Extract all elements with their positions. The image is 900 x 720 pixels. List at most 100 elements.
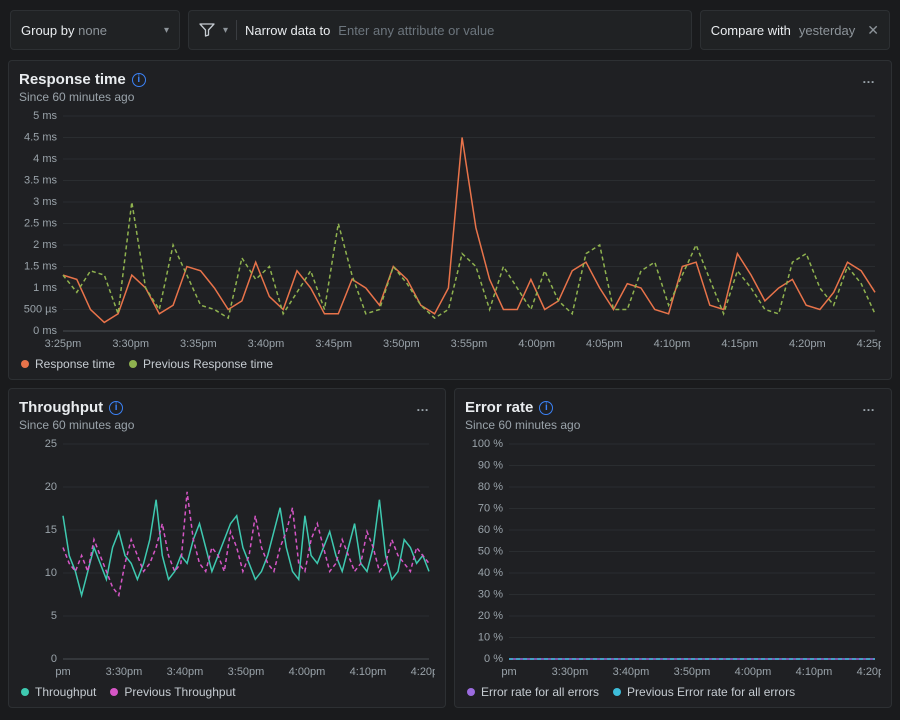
legend-label: Previous Error rate for all errors bbox=[627, 685, 795, 699]
divider bbox=[236, 20, 237, 40]
svg-text:pm: pm bbox=[501, 666, 516, 678]
svg-text:1.5 ms: 1.5 ms bbox=[24, 261, 58, 273]
svg-text:4:00pm: 4:00pm bbox=[518, 338, 555, 350]
svg-text:4:10pm: 4:10pm bbox=[654, 338, 691, 350]
svg-text:40 %: 40 % bbox=[478, 567, 503, 579]
legend-item[interactable]: Response time bbox=[21, 357, 115, 371]
svg-text:30 %: 30 % bbox=[478, 589, 503, 601]
svg-text:4:25pm: 4:25pm bbox=[857, 338, 881, 350]
svg-text:15: 15 bbox=[45, 524, 57, 536]
svg-text:4:20pm: 4:20pm bbox=[857, 666, 881, 678]
panel-subtitle: Since 60 minutes ago bbox=[19, 90, 146, 104]
svg-text:0: 0 bbox=[51, 653, 57, 665]
info-icon[interactable]: i bbox=[132, 73, 146, 87]
legend-item[interactable]: Previous Throughput bbox=[110, 685, 235, 699]
more-menu[interactable]: … bbox=[858, 71, 881, 86]
legend-label: Throughput bbox=[35, 685, 96, 699]
svg-text:20 %: 20 % bbox=[478, 610, 503, 622]
legend-label: Response time bbox=[35, 357, 115, 371]
svg-text:3:30pm: 3:30pm bbox=[112, 338, 149, 350]
svg-text:25: 25 bbox=[45, 438, 57, 450]
svg-text:500 µs: 500 µs bbox=[24, 304, 58, 316]
svg-text:3:30pm: 3:30pm bbox=[106, 666, 143, 678]
panel-title: Response time bbox=[19, 71, 126, 88]
legend-item[interactable]: Previous Response time bbox=[129, 357, 273, 371]
panel-title: Error rate bbox=[465, 399, 533, 416]
groupby-label: Group by bbox=[21, 23, 74, 38]
swatch-icon bbox=[613, 688, 621, 696]
svg-text:3:35pm: 3:35pm bbox=[180, 338, 217, 350]
svg-text:2 ms: 2 ms bbox=[33, 239, 57, 251]
legend-label: Previous Response time bbox=[143, 357, 273, 371]
legend: Response time Previous Response time bbox=[19, 353, 881, 373]
swatch-icon bbox=[129, 360, 137, 368]
narrow-filter[interactable]: ▾ Narrow data to bbox=[188, 10, 692, 50]
svg-text:10: 10 bbox=[45, 567, 57, 579]
svg-text:5 ms: 5 ms bbox=[33, 110, 57, 122]
panel-throughput: Throughput i Since 60 minutes ago … 0 5 10… bbox=[8, 388, 446, 708]
filter-bar: Group by none ▾ ▾ Narrow data to Compare… bbox=[0, 0, 900, 60]
svg-text:4:10pm: 4:10pm bbox=[350, 666, 387, 678]
narrow-input[interactable] bbox=[338, 23, 680, 38]
swatch-icon bbox=[110, 688, 118, 696]
narrow-label: Narrow data to bbox=[245, 23, 330, 38]
svg-text:10 %: 10 % bbox=[478, 632, 503, 644]
svg-text:3:30pm: 3:30pm bbox=[552, 666, 589, 678]
svg-text:50 %: 50 % bbox=[478, 546, 503, 558]
panel-subtitle: Since 60 minutes ago bbox=[19, 418, 134, 432]
swatch-icon bbox=[21, 360, 29, 368]
svg-text:0 ms: 0 ms bbox=[33, 325, 57, 337]
panel-title: Throughput bbox=[19, 399, 103, 416]
svg-text:3:45pm: 3:45pm bbox=[315, 338, 352, 350]
panel-error-rate: Error rate i Since 60 minutes ago … 0 % 1… bbox=[454, 388, 892, 708]
throughput-chart[interactable]: 0510152025pm3:30pm3:40pm3:50pm4:00pm4:10… bbox=[19, 438, 435, 681]
swatch-icon bbox=[467, 688, 475, 696]
svg-text:4:10pm: 4:10pm bbox=[796, 666, 833, 678]
more-menu[interactable]: … bbox=[858, 399, 881, 414]
legend-label: Error rate for all errors bbox=[481, 685, 599, 699]
panel-subtitle: Since 60 minutes ago bbox=[465, 418, 580, 432]
response-chart[interactable]: 0 ms 500 µs 1 ms 1.5 ms 2 ms 2.5 ms 3 ms 3.5 ms… bbox=[19, 110, 881, 353]
svg-text:3.5 ms: 3.5 ms bbox=[24, 175, 58, 187]
svg-text:3:50pm: 3:50pm bbox=[383, 338, 420, 350]
svg-text:0 %: 0 % bbox=[484, 653, 503, 665]
groupby-dropdown[interactable]: Group by none ▾ bbox=[10, 10, 180, 50]
svg-text:3 ms: 3 ms bbox=[33, 196, 57, 208]
svg-text:4:20pm: 4:20pm bbox=[411, 666, 435, 678]
close-icon[interactable]: ✕ bbox=[867, 22, 879, 39]
svg-text:pm: pm bbox=[55, 666, 70, 678]
legend-label: Previous Throughput bbox=[124, 685, 235, 699]
svg-text:4 ms: 4 ms bbox=[33, 153, 57, 165]
legend: Error rate for all errors Previous Error … bbox=[465, 681, 881, 701]
legend-item[interactable]: Previous Error rate for all errors bbox=[613, 685, 795, 699]
svg-text:3:50pm: 3:50pm bbox=[228, 666, 265, 678]
svg-text:4:20pm: 4:20pm bbox=[789, 338, 826, 350]
svg-text:70 %: 70 % bbox=[478, 503, 503, 515]
svg-text:60 %: 60 % bbox=[478, 524, 503, 536]
svg-text:80 %: 80 % bbox=[478, 481, 503, 493]
more-menu[interactable]: … bbox=[412, 399, 435, 414]
svg-text:4.5 ms: 4.5 ms bbox=[24, 132, 58, 144]
svg-text:3:55pm: 3:55pm bbox=[451, 338, 488, 350]
panels-grid: Response time i Since 60 minutes ago … 0… bbox=[0, 60, 900, 708]
svg-text:3:40pm: 3:40pm bbox=[167, 666, 204, 678]
svg-text:5: 5 bbox=[51, 610, 57, 622]
svg-text:3:40pm: 3:40pm bbox=[613, 666, 650, 678]
legend-item[interactable]: Throughput bbox=[21, 685, 96, 699]
svg-text:4:00pm: 4:00pm bbox=[289, 666, 326, 678]
svg-text:100 %: 100 % bbox=[472, 438, 503, 450]
error-rate-chart[interactable]: 0 %10 %20 %30 %40 %50 %60 %70 %80 %90 %1… bbox=[465, 438, 881, 681]
compare-dropdown[interactable]: Compare with yesterday ✕ bbox=[700, 10, 890, 50]
info-icon[interactable]: i bbox=[539, 401, 553, 415]
svg-text:3:50pm: 3:50pm bbox=[674, 666, 711, 678]
swatch-icon bbox=[21, 688, 29, 696]
svg-text:4:05pm: 4:05pm bbox=[586, 338, 623, 350]
info-icon[interactable]: i bbox=[109, 401, 123, 415]
legend-item[interactable]: Error rate for all errors bbox=[467, 685, 599, 699]
svg-text:3:40pm: 3:40pm bbox=[248, 338, 285, 350]
svg-text:2.5 ms: 2.5 ms bbox=[24, 218, 58, 230]
svg-text:1 ms: 1 ms bbox=[33, 282, 57, 294]
chevron-down-icon: ▾ bbox=[223, 25, 228, 36]
svg-text:3:25pm: 3:25pm bbox=[45, 338, 82, 350]
funnel-icon bbox=[199, 22, 215, 38]
